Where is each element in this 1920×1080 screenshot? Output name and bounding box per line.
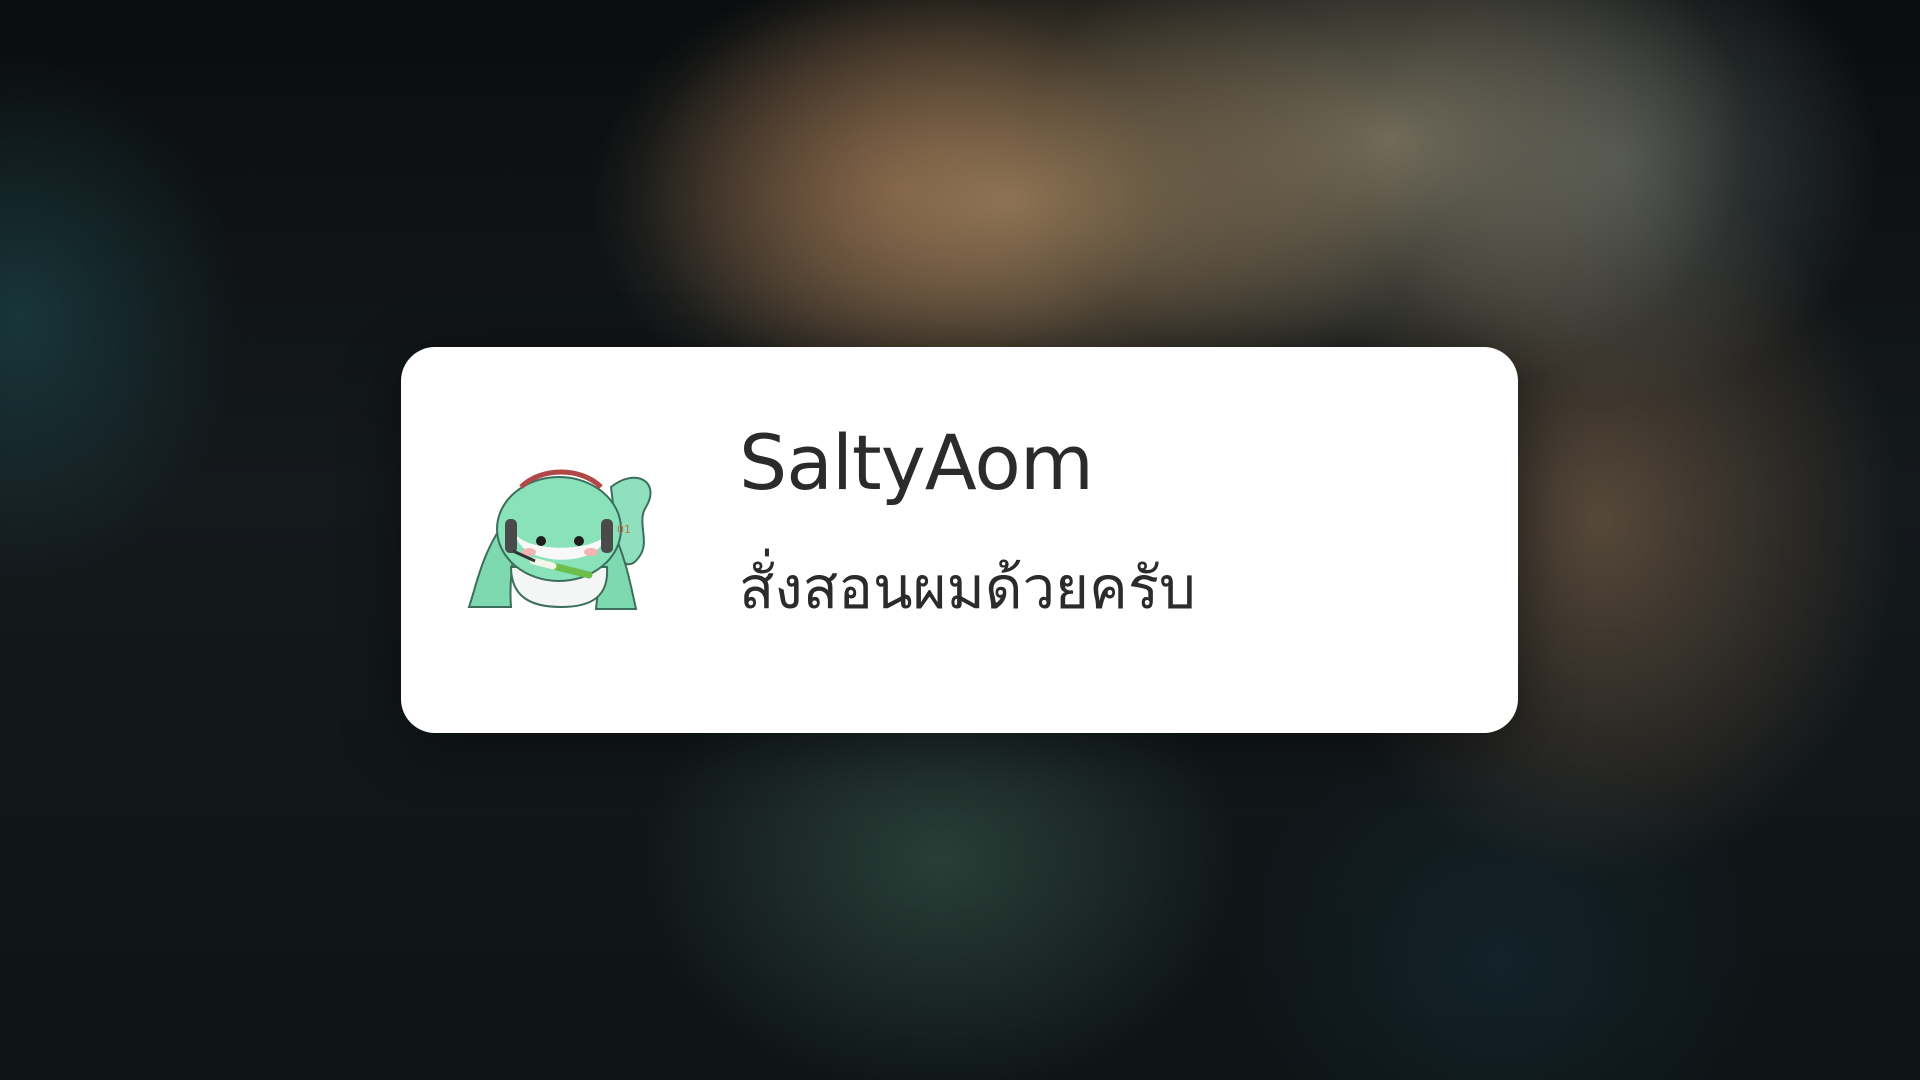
notification-message: สั่งสอนผมด้วยครับ	[739, 554, 1196, 622]
notification-card[interactable]: 01 SaltyAom สั่งสอนผมด้วยครับ	[401, 347, 1518, 733]
chibi-miku-sticker-icon: 01	[461, 457, 671, 617]
notification-title: SaltyAom	[739, 418, 1094, 507]
svg-text:01: 01	[617, 523, 631, 536]
